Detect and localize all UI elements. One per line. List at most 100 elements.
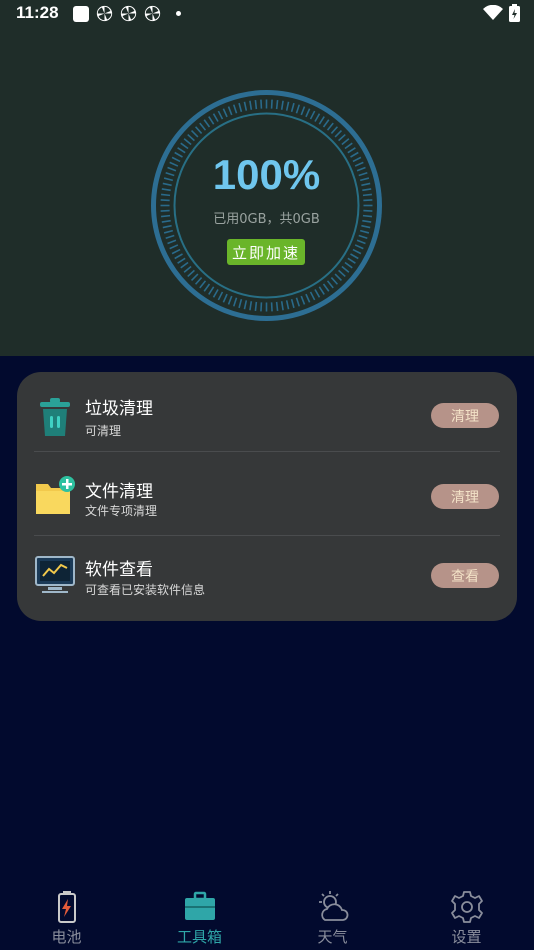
gauge-tick [352, 248, 362, 255]
tool-subtitle: 文件专项清理 [85, 504, 158, 518]
tool-row-junk-clean[interactable]: 垃圾清理 可清理 清理 [17, 372, 517, 452]
nav-label: 设置 [451, 928, 482, 946]
gauge-tick [341, 138, 350, 146]
app-view-button[interactable]: 查看 [431, 563, 499, 588]
gauge-tick [350, 253, 359, 260]
pinwheel-icon [96, 5, 113, 22]
gauge-tick [354, 244, 364, 250]
gauge-tick [280, 301, 284, 311]
tool-subtitle: 可清理 [85, 424, 122, 438]
gauge-tick [334, 129, 343, 138]
gauge-tick [275, 99, 279, 110]
divider [34, 451, 500, 452]
gauge-tick [238, 298, 243, 309]
gauge-tick [217, 110, 224, 120]
tool-title: 软件查看 [85, 560, 153, 580]
folder-add-icon [36, 476, 75, 514]
nav-label: 天气 [317, 928, 348, 946]
gauge-tick [169, 244, 179, 250]
gauge-tick [212, 113, 219, 122]
gauge-tick [177, 257, 186, 264]
gauge-tick [344, 261, 353, 269]
gauge-tick [322, 283, 330, 292]
gauge-tick [330, 277, 339, 285]
gauge-tick [295, 297, 301, 307]
gauge-tick [254, 99, 258, 110]
gauge-tick [285, 101, 290, 111]
gauge-ring [151, 90, 382, 321]
nav-item-battery[interactable]: 电池 [0, 883, 133, 950]
gauge-tick [358, 234, 368, 240]
gauge-tick [187, 269, 195, 278]
gauge-tick [190, 273, 199, 282]
battery-icon [57, 891, 76, 923]
weather-icon [318, 891, 348, 921]
gauge-tick [222, 108, 228, 118]
pinwheel-icon [144, 5, 161, 22]
memory-percent: 100% [212, 151, 321, 198]
notification-icons [73, 5, 181, 22]
app-notification-icon [73, 5, 89, 22]
gauge-tick [232, 104, 238, 114]
gauge-tick [334, 273, 343, 282]
tool-row-app-view[interactable]: 软件查看 可查看已安装软件信息 查看 [17, 536, 517, 616]
gauge-tick [295, 104, 301, 114]
gauge-tick [249, 100, 253, 110]
gauge-tick [338, 133, 346, 142]
gauge-tick [347, 257, 356, 264]
gauge-tick [208, 286, 215, 295]
gauge-tick [314, 289, 321, 298]
tool-subtitle: 可查看已安装软件信息 [85, 583, 206, 597]
gauge-tick [341, 265, 350, 273]
gauge-tick [338, 269, 346, 278]
gauge-tick [199, 280, 207, 289]
gauge-tick [243, 101, 248, 111]
monitor-icon [35, 556, 75, 593]
gauge-tick [163, 229, 174, 234]
gauge-tick [174, 253, 183, 260]
gauge-tick [330, 126, 339, 134]
gauge-tick [203, 119, 211, 128]
gauge-tick [322, 119, 330, 128]
memory-gauge: 100% 已用0GB，共0GB 立即加速 [149, 88, 384, 323]
memory-gauge-panel: 100% 已用0GB，共0GB 立即加速 [0, 27, 534, 356]
gauge-tick [194, 277, 203, 285]
gauge-tick [309, 110, 316, 120]
nav-item-weather[interactable]: 天气 [266, 883, 399, 950]
gauge-tick [305, 293, 311, 303]
gauge-tick [180, 142, 189, 150]
gauge-tick [208, 116, 215, 125]
gauge-tick [356, 239, 366, 245]
more-notifications-icon [176, 11, 181, 16]
file-clean-button[interactable]: 清理 [431, 484, 499, 509]
nav-item-settings[interactable]: 设置 [400, 883, 533, 950]
gauge-tick [318, 116, 325, 125]
gauge-tick [238, 102, 243, 113]
gauge-tick [227, 106, 233, 116]
status-time: 11:28 [16, 3, 59, 22]
gauge-tick [275, 301, 279, 312]
gauge-tick [254, 301, 258, 312]
gauge-tick [309, 291, 316, 301]
gauge-tick [359, 229, 370, 234]
tools-card: 垃圾清理 可清理 清理 文件清理 文件专项清理 清理 软件查看 可查看已安装软件… [17, 372, 517, 621]
nav-label: 电池 [51, 928, 82, 946]
gauge-tick [314, 113, 321, 122]
gauge-tick [203, 283, 211, 292]
gauge-tick [285, 300, 290, 310]
gauge-tick [227, 295, 233, 305]
junk-clean-button[interactable]: 清理 [431, 403, 499, 428]
nav-item-toolbox[interactable]: 工具箱 [133, 883, 266, 950]
tool-row-file-clean[interactable]: 文件清理 文件专项清理 清理 [17, 456, 517, 536]
gauge-tick [171, 248, 181, 255]
tool-title: 垃圾清理 [85, 399, 153, 419]
gauge-tick [167, 239, 177, 245]
gauge-tick [183, 265, 192, 273]
gauge-tick [305, 108, 311, 118]
pinwheel-icon [120, 5, 137, 22]
memory-usage-text: 已用0GB，共0GB [213, 212, 320, 227]
gauge-tick [194, 126, 203, 134]
boost-button[interactable]: 立即加速 [227, 239, 305, 265]
status-bar: 11:28 [0, 0, 534, 27]
gauge-tick [180, 261, 189, 269]
